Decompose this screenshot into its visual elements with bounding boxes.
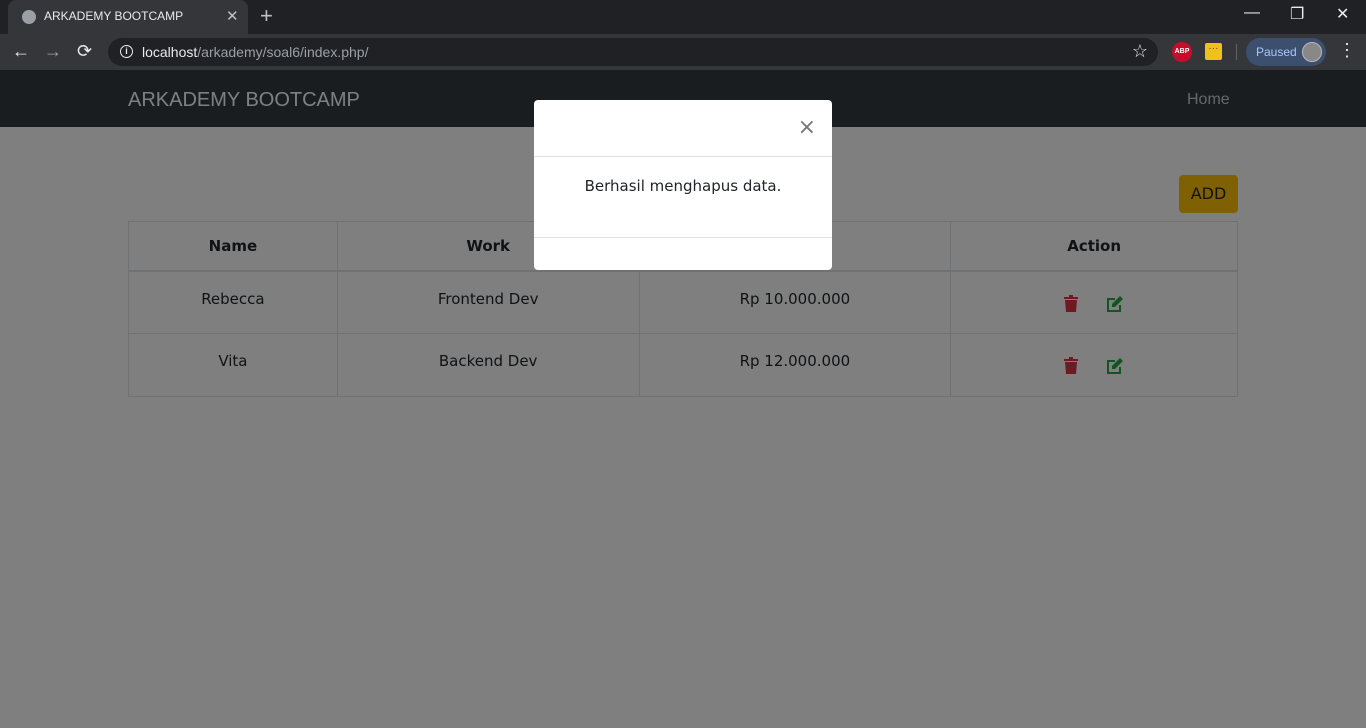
profile-status: Paused — [1256, 45, 1297, 59]
profile-button[interactable]: Paused — [1246, 38, 1326, 66]
back-button[interactable]: ← — [12, 41, 30, 61]
alert-modal: × Berhasil menghapus data. — [534, 100, 832, 270]
address-bar[interactable]: i localhost/arkademy/soal6/index.php/ ☆ — [108, 38, 1158, 66]
url-text[interactable]: localhost/arkademy/soal6/index.php/ — [142, 44, 368, 60]
forward-button[interactable]: → — [44, 41, 62, 61]
bookmark-star-icon[interactable]: ☆ — [1132, 41, 1148, 62]
new-tab-button[interactable]: + — [260, 4, 273, 28]
window-close-button[interactable]: ✕ — [1336, 4, 1349, 24]
browser-menu-icon[interactable]: ⋮ — [1338, 40, 1356, 61]
minimize-button[interactable]: — — [1244, 4, 1260, 22]
modal-footer — [534, 237, 832, 270]
reload-button[interactable]: ⟳ — [77, 41, 92, 61]
avatar — [1302, 42, 1322, 62]
adblock-extension-icon[interactable]: ABP — [1172, 42, 1192, 62]
browser-tabbar: ARKADEMY BOOTCAMP ✕ + — ❐ ✕ — [0, 0, 1366, 34]
info-icon[interactable]: i — [120, 45, 133, 58]
browser-tab[interactable]: ARKADEMY BOOTCAMP ✕ — [8, 0, 248, 34]
tab-title: ARKADEMY BOOTCAMP — [44, 9, 184, 23]
restore-button[interactable]: ❐ — [1290, 4, 1304, 24]
close-icon[interactable]: × — [798, 117, 816, 139]
extension-icon[interactable]: ··· — [1205, 43, 1222, 60]
modal-header: × — [534, 100, 832, 157]
toolbar-separator — [1236, 44, 1237, 60]
modal-message: Berhasil menghapus data. — [584, 177, 782, 195]
globe-icon — [22, 10, 36, 24]
close-tab-icon[interactable]: ✕ — [226, 7, 239, 25]
browser-toolbar: ← → ⟳ i localhost/arkademy/soal6/index.p… — [0, 34, 1366, 70]
